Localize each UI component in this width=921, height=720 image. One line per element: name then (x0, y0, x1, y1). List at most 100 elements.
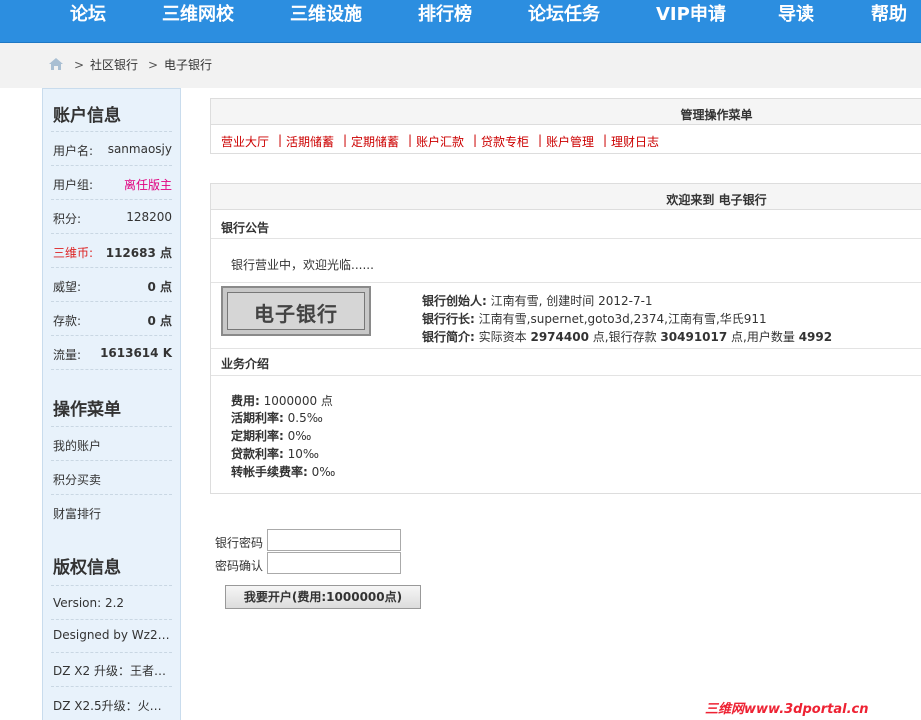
divider (211, 375, 921, 376)
divider (51, 652, 172, 653)
nav-tasks[interactable]: 论坛任务 (528, 4, 600, 26)
intro-part: 实际资本 (478, 330, 527, 344)
founder-line: 银行创始人: 江南有雪, 创建时间 2012-7-1 (422, 292, 653, 309)
transfer-fee-value: 0‰ (311, 465, 336, 479)
breadcrumb-sep: > (74, 58, 85, 72)
fixed-rate-value: 0‰ (287, 429, 312, 443)
home-icon[interactable] (48, 57, 64, 71)
intro-part: 点,用户数量 (731, 330, 795, 344)
bank-password-input[interactable] (267, 529, 401, 551)
watermark: 三维网www.3dportal.cn (705, 702, 869, 717)
menu-account-mgmt[interactable]: 账户管理 (546, 133, 594, 150)
nav-vip[interactable]: VIP申请 (656, 4, 726, 26)
breadcrumb: > 社区银行 > 电子银行 (0, 43, 921, 88)
intro-line: 银行简介: 实际资本 2974400 点,银行存款 30491017 点,用户数… (422, 328, 832, 345)
bank-logo: 电子银行 (221, 286, 371, 336)
link-points-trade[interactable]: 积分买卖 (53, 471, 101, 488)
menu-panel: 管理操作菜单 营业大厅 | 活期储蓄 | 定期储蓄 | 账户汇款 | 贷款专柜 … (210, 98, 921, 154)
menu-sep: | (473, 133, 478, 147)
confirm-password-input[interactable] (267, 552, 401, 574)
menu-loans[interactable]: 贷款专柜 (481, 133, 529, 150)
divider (51, 585, 172, 586)
account-row-username: 用户名: sanmaosjy (51, 132, 172, 166)
menu-lobby[interactable]: 营业大厅 (221, 133, 269, 150)
traffic-value: 1613614 K (100, 346, 172, 360)
coins-label: 三维币: (53, 246, 94, 260)
divider (51, 460, 172, 461)
upgrade-x2-text: DZ X2 升级：王者归来 (53, 664, 171, 678)
group-value: 离任版主 (123, 178, 172, 192)
business-current-rate: 活期利率: 0.5‰ (231, 409, 323, 426)
breadcrumb-community-bank[interactable]: 社区银行 (90, 58, 138, 72)
points-label: 积分: (53, 212, 82, 226)
divider (51, 619, 172, 620)
prestige-value: 0 点 (147, 280, 172, 294)
confirm-password-label: 密码确认 (215, 559, 264, 573)
copyright-heading: 版权信息 (53, 558, 121, 578)
divider (51, 426, 172, 427)
fee-label: 费用: (231, 394, 260, 408)
business-fee: 费用: 1000000 点 (231, 392, 333, 409)
notice-title: 银行公告 (221, 221, 270, 235)
link-wealth-ranking[interactable]: 财富排行 (53, 505, 101, 522)
nav-guide[interactable]: 导读 (778, 4, 814, 26)
divider (211, 348, 921, 349)
menu-fixed-savings[interactable]: 定期储蓄 (351, 133, 399, 150)
intro-label: 银行简介: (422, 330, 475, 344)
intro-part: 点,银行存款 (592, 330, 657, 344)
account-heading: 账户信息 (53, 106, 121, 126)
deposit-value: 0 点 (147, 314, 172, 328)
account-row-group: 用户组: 离任版主 (51, 166, 172, 200)
divider (211, 238, 921, 239)
points-value: 128200 (126, 210, 172, 224)
welcome-title: 欢迎来到 电子银行 (666, 193, 767, 207)
menu-sep: | (408, 133, 413, 147)
divider (51, 494, 172, 495)
notice-text: 银行营业中，欢迎光临...... (231, 258, 374, 272)
director-line: 银行行长: 江南有雪,supernet,goto3d,2374,江南有雪,华氏9… (422, 310, 767, 327)
director-value: 江南有雪,supernet,goto3d,2374,江南有雪,华氏911 (478, 312, 767, 326)
sidebar: 账户信息 用户名: sanmaosjy 用户组: 离任版主 积分: 128200… (42, 88, 181, 720)
fixed-rate-label: 定期利率: (231, 429, 284, 443)
menu-finance-log[interactable]: 理财日志 (611, 133, 659, 150)
loan-rate-value: 10‰ (287, 447, 320, 461)
prestige-label: 威望: (53, 280, 82, 294)
nav-help[interactable]: 帮助 (871, 4, 907, 26)
menu-sep: | (538, 133, 543, 147)
nav-school[interactable]: 三维网校 (162, 4, 234, 26)
menu-sep: | (343, 133, 348, 147)
designer-text: Designed by Wz2012 (53, 628, 171, 642)
version-text: Version: 2.2 (53, 596, 125, 610)
loan-rate-label: 贷款利率: (231, 447, 284, 461)
menu-panel-title: 管理操作菜单 (680, 108, 753, 122)
ops-heading: 操作菜单 (53, 400, 121, 420)
fee-value: 1000000 点 (263, 394, 333, 408)
coins-value: 112683 点 (105, 246, 172, 260)
bank-password-label: 银行密码 (215, 536, 264, 550)
link-my-account[interactable]: 我的账户 (53, 437, 101, 454)
menu-sep: | (278, 133, 283, 147)
bank-logo-text: 电子银行 (254, 302, 338, 326)
business-fixed-rate: 定期利率: 0‰ (231, 427, 311, 444)
open-account-button[interactable]: 我要开户(费用:1000000点) (225, 585, 421, 609)
current-rate-label: 活期利率: (231, 411, 284, 425)
deposit-label: 存款: (53, 314, 82, 328)
divider (211, 282, 921, 283)
founder-value: 江南有雪, 创建时间 2012-7-1 (490, 294, 653, 308)
menu-remittance[interactable]: 账户汇款 (416, 133, 464, 150)
nav-forum[interactable]: 论坛 (70, 4, 106, 26)
group-label: 用户组: (53, 178, 94, 192)
top-nav: 论坛 三维网校 三维设施 排行榜 论坛任务 VIP申请 导读 帮助 (0, 0, 921, 43)
username-value: sanmaosjy (107, 142, 172, 156)
nav-facilities[interactable]: 三维设施 (290, 4, 362, 26)
menu-current-savings[interactable]: 活期储蓄 (286, 133, 334, 150)
account-row-traffic: 流量: 1613614 K (51, 336, 172, 370)
menu-panel-header: 管理操作菜单 (211, 99, 921, 125)
username-label: 用户名: (53, 144, 94, 158)
traffic-label: 流量: (53, 348, 82, 362)
nav-ranking[interactable]: 排行榜 (418, 4, 472, 26)
breadcrumb-sep: > (148, 58, 159, 72)
welcome-panel-header: 欢迎来到 电子银行 (211, 184, 921, 210)
account-row-prestige: 威望: 0 点 (51, 268, 172, 302)
capital-value: 2974400 (530, 330, 589, 344)
